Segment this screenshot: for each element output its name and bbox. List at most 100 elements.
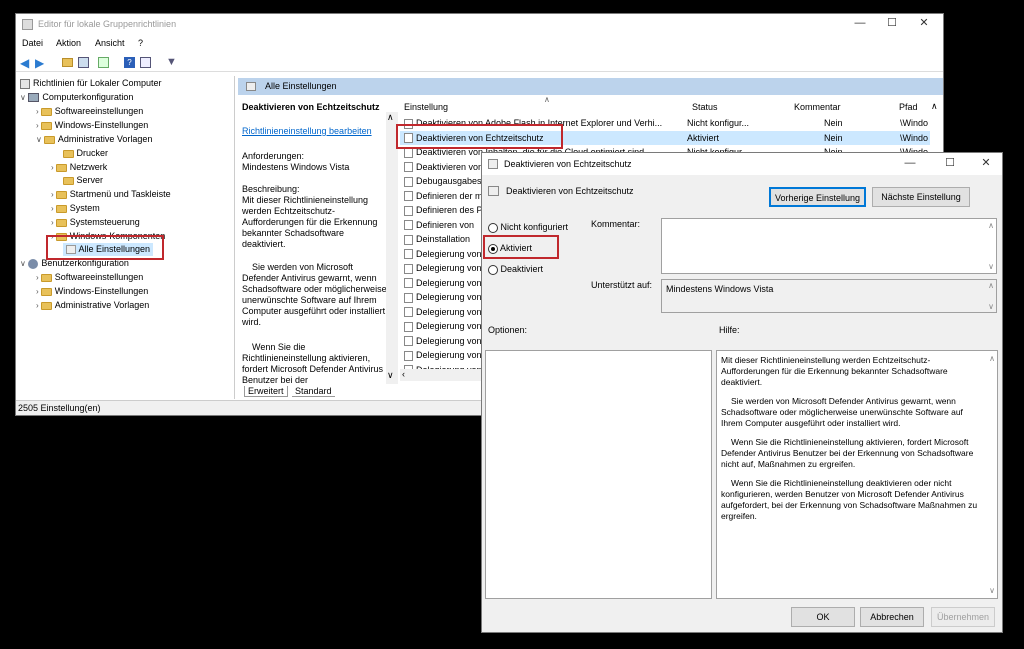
properties-icon[interactable] (140, 57, 151, 68)
row-status-cell: Nicht konfigur... (687, 118, 750, 128)
filter-icon[interactable]: ▼ (166, 56, 177, 68)
export-icon[interactable] (98, 57, 109, 68)
supported-value: Mindestens Windows Vista (666, 284, 774, 294)
highlight-enabled-option (483, 235, 559, 259)
tree-item-netzwerk[interactable]: › Netzwerk (51, 161, 107, 174)
policy-dialog: Deaktivieren von Echtzeitschutz — ☐ ✕ De… (481, 152, 1003, 633)
description-text: Mit dieser Richtlinieneinstellung werden… (242, 195, 378, 249)
option-disabled[interactable]: Deaktiviert (488, 264, 543, 275)
chevron-down-icon[interactable]: ∨ (36, 135, 42, 144)
column-header-comment[interactable]: Kommentar (794, 102, 841, 112)
row-setting-text: Debugausgabest (416, 176, 485, 186)
tree-item-computerkonfiguration[interactable]: ∨ Computerkonfiguration (20, 91, 133, 104)
tree-item-windows-einstellungen[interactable]: › Windows-Einstellungen (36, 119, 148, 132)
chevron-left-icon[interactable]: ‹ (402, 369, 405, 379)
chevron-right-icon[interactable]: › (36, 287, 39, 296)
chevron-right-icon[interactable]: › (36, 301, 39, 310)
column-header-path[interactable]: Pfad (899, 102, 918, 112)
tree-item-user-administrative-vorlagen[interactable]: › Administrative Vorlagen (36, 299, 149, 312)
radio-disabled[interactable] (488, 264, 498, 275)
menu-help[interactable]: ? (138, 38, 143, 48)
description-paragraph-2: Sie werden von Microsoft Defender Antivi… (242, 262, 387, 327)
tab-erweitert[interactable]: Erweitert (244, 386, 288, 397)
tree-item-user-windows-einstellungen[interactable]: › Windows-Einstellungen (36, 285, 148, 298)
chevron-right-icon[interactable]: › (51, 190, 54, 199)
computer-icon (28, 93, 40, 103)
row-setting-text: Delegierung von (416, 350, 482, 360)
chevron-right-icon[interactable]: › (36, 121, 39, 130)
previous-setting-button[interactable]: Vorherige Einstellung (769, 187, 866, 207)
chevron-right-icon[interactable]: › (51, 218, 54, 227)
policy-icon (404, 336, 413, 347)
tree-item-softwareeinstellungen[interactable]: › Softwareeinstellungen (36, 105, 143, 118)
edit-policy-link[interactable]: Richtlinieneinstellung bearbeiten (242, 126, 372, 136)
maximize-icon[interactable]: ☐ (940, 156, 960, 169)
computer-policy-icon (20, 78, 30, 89)
apply-button[interactable]: Übernehmen (931, 607, 995, 627)
tab-standard[interactable]: Standard (292, 386, 335, 397)
policy-icon (404, 263, 413, 274)
row-setting-text: Delegierung von (416, 306, 482, 317)
chevron-down-icon[interactable]: ∨ (387, 370, 394, 381)
chevron-up-icon[interactable]: ∧ (387, 112, 394, 123)
menu-datei[interactable]: Datei (22, 38, 43, 48)
settings-list-icon (246, 82, 256, 91)
chevron-down-icon[interactable]: ∨ (20, 259, 26, 268)
up-folder-icon[interactable] (62, 58, 73, 67)
comment-textarea[interactable]: ∧ ∨ (661, 218, 997, 274)
tree-item-startmenu[interactable]: › Startmenü und Taskleiste (51, 188, 171, 201)
chevron-down-icon[interactable]: ∨ (988, 302, 994, 311)
tree-item-systemsteuerung[interactable]: › Systemsteuerung (51, 216, 140, 229)
help-icon[interactable]: ? (124, 57, 135, 68)
folder-icon (63, 176, 74, 185)
column-header-status[interactable]: Status (692, 102, 718, 112)
tree-item-drucker[interactable]: Drucker (63, 147, 108, 160)
view-tabs: Erweitert Standard (238, 384, 398, 398)
radio-not-configured[interactable] (488, 222, 498, 233)
chevron-up-icon[interactable]: ∧ (931, 101, 938, 112)
row-setting-text: Delegierung von (416, 263, 482, 273)
chevron-right-icon[interactable]: › (51, 163, 54, 172)
next-setting-button[interactable]: Nächste Einstellung (872, 187, 970, 207)
chevron-right-icon[interactable]: › (36, 273, 39, 282)
maximize-icon[interactable]: ☐ (882, 16, 902, 29)
tree-root[interactable]: Richtlinien für Lokaler Computer (20, 77, 162, 90)
row-setting-text: Definieren von (416, 219, 475, 230)
minimize-icon[interactable]: — (850, 17, 870, 29)
chevron-right-icon[interactable]: › (51, 204, 54, 213)
tree-item-server[interactable]: Server (63, 174, 103, 187)
column-header-setting[interactable]: Einstellung (404, 102, 448, 112)
chevron-up-icon[interactable]: ∧ (988, 281, 994, 290)
row-path-cell: \Windo (900, 118, 929, 128)
ok-button[interactable]: OK (791, 607, 855, 627)
chevron-up-icon[interactable]: ∧ (989, 353, 995, 364)
chevron-down-icon[interactable]: ∨ (20, 93, 26, 102)
menu-aktion[interactable]: Aktion (56, 38, 81, 48)
tree-item-user-softwareeinstellungen[interactable]: › Softwareeinstellungen (36, 271, 143, 284)
menu-ansicht[interactable]: Ansicht (95, 38, 125, 48)
help-paragraph-2: Sie werden von Microsoft Defender Antivi… (721, 396, 963, 428)
folder-icon (56, 190, 68, 199)
show-hide-tree-icon[interactable] (78, 57, 89, 68)
chevron-down-icon[interactable]: ∨ (988, 262, 994, 271)
cancel-button[interactable]: Abbrechen (860, 607, 924, 627)
forward-icon[interactable]: ▶ (35, 56, 44, 70)
row-setting-text: Delegierung von (416, 335, 482, 346)
tree-item-system[interactable]: › System (51, 202, 100, 215)
row-comment-cell: Nein (824, 118, 843, 128)
help-label: Hilfe: (719, 325, 740, 335)
list-horizontal-scrollbar[interactable]: ‹ (400, 369, 482, 381)
minimize-icon[interactable]: — (900, 157, 920, 169)
chevron-down-icon[interactable]: ∨ (989, 585, 995, 596)
tree-item-administrative-vorlagen[interactable]: ∨ Administrative Vorlagen (36, 133, 152, 146)
comment-label: Kommentar: (591, 219, 641, 229)
chevron-right-icon[interactable]: › (36, 107, 39, 116)
description-scrollbar[interactable]: ∧ ∨ (386, 112, 398, 384)
chevron-up-icon[interactable]: ∧ (988, 221, 994, 230)
app-icon (22, 19, 33, 30)
option-not-configured[interactable]: Nicht konfiguriert (488, 222, 568, 233)
description-title: Deaktivieren von Echtzeitschutz (242, 102, 380, 112)
back-icon[interactable]: ◀ (20, 56, 29, 70)
close-icon[interactable]: ✕ (914, 16, 934, 29)
close-icon[interactable]: ✕ (976, 156, 996, 169)
